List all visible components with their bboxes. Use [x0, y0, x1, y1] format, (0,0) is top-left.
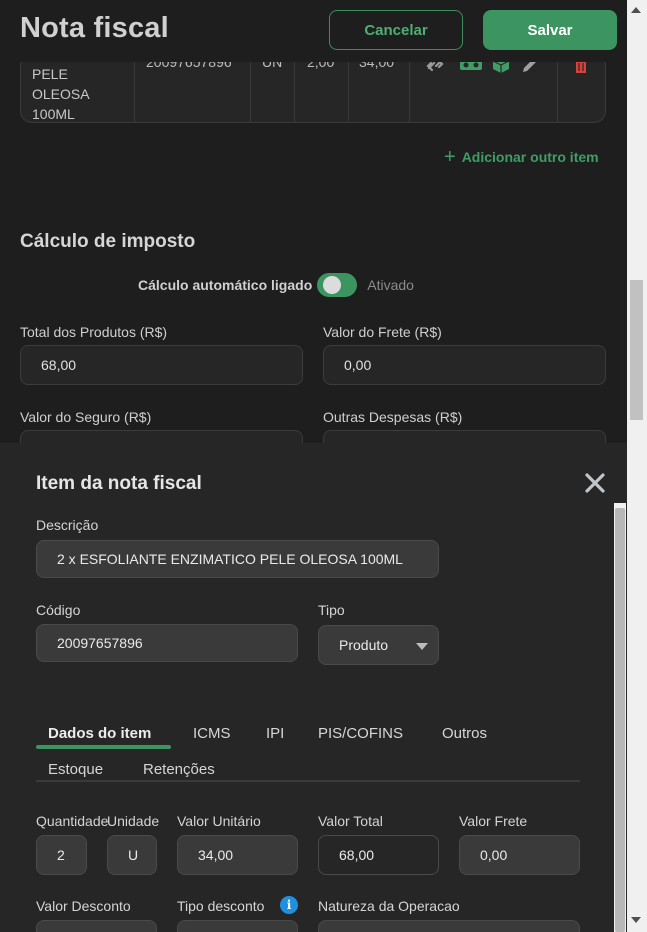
modal-title: Item da nota fiscal	[36, 473, 202, 494]
auto-calc-row: Cálculo automático ligado Ativado	[138, 273, 414, 297]
info-icon[interactable]: i	[280, 896, 298, 914]
nature-label: Natureza da Operacao	[318, 898, 460, 914]
total-input[interactable]: 68,00	[318, 835, 439, 875]
insurance-label: Valor do Seguro (R$)	[20, 409, 152, 425]
freight-label: Valor do Frete (R$)	[323, 324, 442, 340]
type-select[interactable]: Produto	[318, 625, 439, 665]
auto-calc-toggle[interactable]	[317, 273, 358, 297]
auto-calc-label: Cálculo automático ligado	[138, 277, 313, 293]
code-label: Código	[36, 602, 81, 618]
header: Nota fiscal Cancelar Salvar	[0, 0, 627, 62]
description-label: Descrição	[36, 517, 99, 533]
quantity-input[interactable]: 2	[36, 835, 87, 875]
unit-price-label: Valor Unitário	[177, 813, 261, 829]
total-products-input[interactable]: 68,00	[20, 345, 303, 385]
item-description-line: OLEOSA	[32, 86, 90, 102]
item-description-line: PELE	[32, 66, 68, 82]
discount-input[interactable]	[36, 920, 157, 932]
add-item-label: Adicionar outro item	[461, 149, 599, 165]
unit-price-input[interactable]: 34,00	[177, 835, 298, 875]
tab-dados-do-item[interactable]: Dados do item	[48, 725, 151, 742]
discount-type-select[interactable]	[177, 920, 298, 932]
freight-item-label: Valor Frete	[459, 813, 528, 829]
type-select-value: Produto	[339, 637, 389, 653]
plus-icon: +	[444, 146, 456, 168]
chevron-down-icon	[416, 643, 428, 650]
item-description-line: 100ML	[32, 106, 75, 122]
tab-icms[interactable]: ICMS	[193, 725, 231, 742]
tab-pis-cofins[interactable]: PIS/COFINS	[318, 725, 403, 742]
tab-ipi[interactable]: IPI	[266, 725, 284, 742]
close-icon[interactable]	[583, 471, 607, 495]
page-scrollbar-thumb[interactable]	[630, 280, 643, 420]
scroll-up-arrow-icon[interactable]	[631, 7, 641, 13]
description-input[interactable]: 2 x ESFOLIANTE ENZIMATICO PELE OLEOSA 10…	[36, 540, 439, 578]
total-products-label: Total dos Produtos (R$)	[20, 324, 168, 340]
code-input[interactable]: 20097657896	[36, 624, 298, 662]
page-scrollbar[interactable]	[627, 0, 647, 932]
unit-label: Unidade	[107, 813, 160, 829]
nature-input[interactable]	[318, 920, 580, 932]
item-modal: Item da nota fiscal Descrição 2 x ESFOLI…	[0, 443, 627, 932]
total-label: Valor Total	[318, 813, 383, 829]
quantity-label: Quantidade	[36, 813, 109, 829]
add-item-button[interactable]: + Adicionar outro item	[444, 146, 599, 168]
tab-retencoes[interactable]: Retenções	[143, 761, 215, 778]
discount-type-label: Tipo desconto	[177, 898, 265, 914]
modal-scrollbar-thumb[interactable]	[615, 508, 625, 932]
tabs-divider	[36, 780, 580, 782]
tab-estoque[interactable]: Estoque	[48, 761, 103, 778]
cancel-button[interactable]: Cancelar	[329, 10, 463, 50]
tax-section-title: Cálculo de imposto	[20, 231, 196, 252]
auto-calc-state: Ativado	[367, 277, 414, 293]
scroll-down-arrow-icon[interactable]	[631, 917, 641, 923]
freight-item-input[interactable]: 0,00	[459, 835, 580, 875]
discount-label: Valor Desconto	[36, 898, 131, 914]
unit-input[interactable]: U	[107, 835, 157, 875]
tab-outros[interactable]: Outros	[442, 725, 487, 742]
page-title: Nota fiscal	[20, 12, 169, 44]
toggle-knob	[323, 276, 342, 294]
save-button[interactable]: Salvar	[483, 10, 617, 50]
freight-input[interactable]: 0,00	[323, 345, 606, 385]
type-label: Tipo	[318, 602, 345, 618]
active-tab-indicator	[36, 745, 171, 749]
other-expenses-label: Outras Despesas (R$)	[323, 409, 463, 425]
